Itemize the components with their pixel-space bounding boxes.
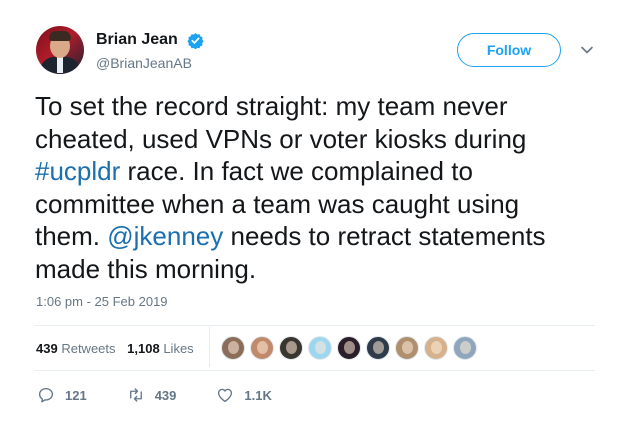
author-name[interactable]: Brian Jean — [96, 31, 178, 49]
verified-badge-icon — [187, 33, 204, 49]
liker-avatars — [221, 336, 482, 360]
likes-stat[interactable]: 1,108 Likes — [127, 341, 194, 356]
liker-avatar-face — [257, 341, 268, 354]
liker-avatar-face — [402, 341, 413, 354]
retweets-label: Retweets — [61, 341, 116, 356]
tweet-line-text: needs to retract statements — [223, 221, 546, 251]
liker-avatar[interactable] — [250, 336, 274, 360]
author-handle[interactable]: @BrianJeanAB — [96, 55, 192, 71]
avatar-hair — [49, 31, 71, 41]
likes-label: Likes — [163, 341, 194, 356]
chevron-down-icon[interactable] — [580, 43, 594, 57]
stats-separator — [209, 327, 210, 367]
retweet-icon — [129, 388, 142, 402]
tweet-line: made this morning. — [35, 253, 257, 284]
engagement-stats: 439 Retweets 1,108 Likes — [36, 341, 194, 356]
like-button[interactable]: 1.1K — [216, 386, 272, 404]
liker-avatar-face — [344, 341, 355, 354]
liker-avatar[interactable] — [279, 336, 303, 360]
like-count: 1.1K — [244, 387, 272, 403]
timestamp[interactable]: 1:06 pm - 25 Feb 2019 — [36, 294, 168, 309]
follow-button[interactable]: Follow — [457, 33, 561, 67]
liker-avatar-face — [286, 341, 297, 354]
divider — [35, 370, 595, 371]
liker-avatar-face — [431, 341, 442, 354]
mention-link[interactable]: @jkenney — [107, 221, 223, 251]
tweet-line-text: race. In fact we complained to — [120, 156, 473, 186]
liker-avatar-face — [460, 341, 471, 354]
liker-avatar[interactable] — [453, 336, 477, 360]
liker-avatar[interactable] — [221, 336, 245, 360]
reply-button[interactable]: 121 — [37, 386, 87, 404]
tweet-line: committee when a team was caught using — [35, 188, 520, 219]
hashtag-link[interactable]: #ucpldr — [35, 156, 120, 186]
liker-avatar[interactable] — [337, 336, 361, 360]
tweet-line: To set the record straight: my team neve… — [35, 91, 508, 121]
retweets-stat[interactable]: 439 Retweets — [36, 341, 116, 356]
likes-count: 1,108 — [127, 341, 160, 356]
liker-avatar[interactable] — [308, 336, 332, 360]
tweet-line: cheated, used VPNs or voter kiosks durin… — [35, 123, 527, 154]
liker-avatar-face — [373, 341, 384, 354]
tweet-line: #ucpldr race. In fact we complained to — [35, 155, 595, 188]
divider — [35, 325, 595, 326]
retweet-button[interactable]: 439 — [127, 386, 177, 404]
retweet-count: 439 — [154, 387, 177, 403]
reply-count: 121 — [65, 387, 87, 403]
avatar[interactable] — [36, 26, 84, 74]
tweet-line-text: them. — [35, 221, 108, 251]
liker-avatar[interactable] — [366, 336, 390, 360]
liker-avatar[interactable] — [395, 336, 419, 360]
reply-icon — [38, 387, 54, 403]
retweets-count: 439 — [36, 341, 58, 356]
heart-icon — [218, 388, 233, 403]
liker-avatar-face — [228, 341, 239, 354]
liker-avatar-face — [315, 341, 326, 354]
tweet-text: To set the record straight: my team neve… — [35, 90, 595, 285]
tweet-line: them. @jkenney needs to retract statemen… — [35, 220, 595, 253]
liker-avatar[interactable] — [424, 336, 448, 360]
tweet-actions: 121 439 1.1K — [37, 386, 312, 404]
avatar-shirt — [57, 57, 63, 73]
